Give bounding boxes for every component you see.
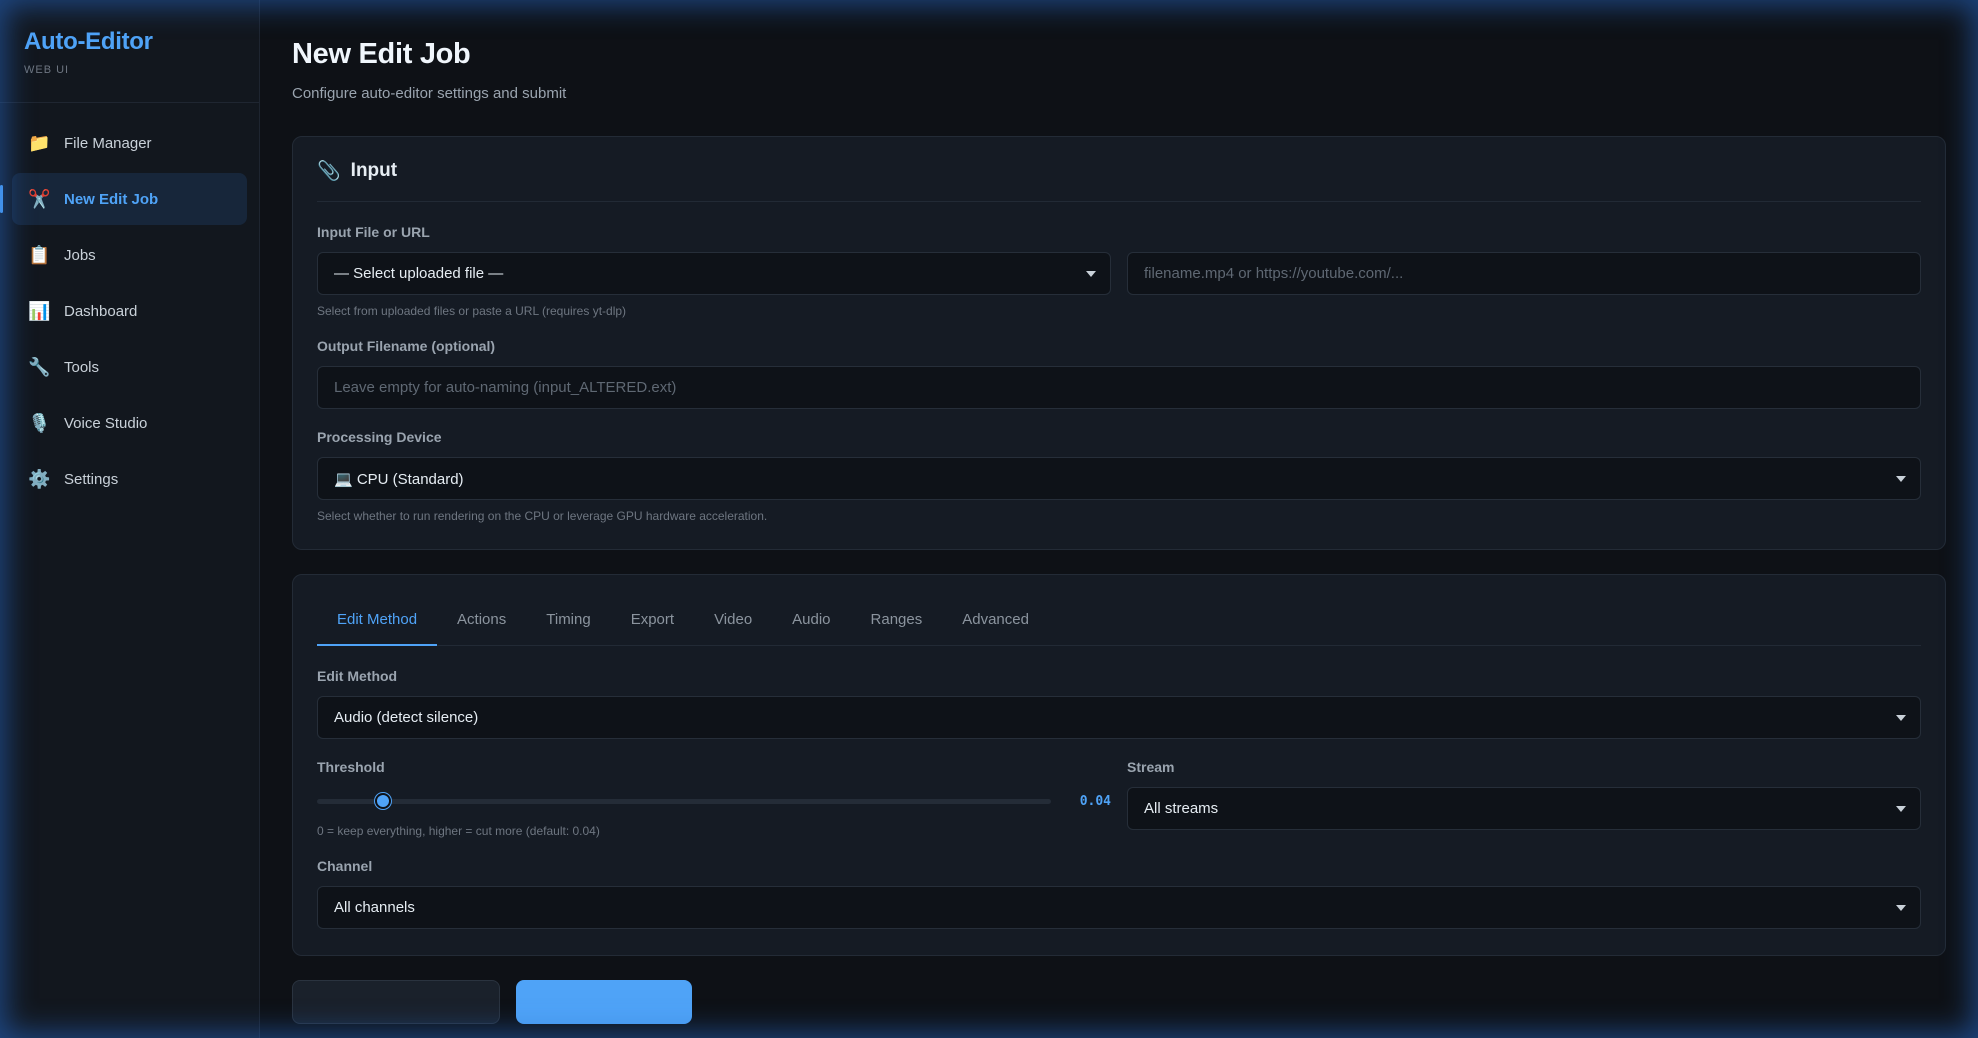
wrench-icon: 🔧 <box>28 356 51 377</box>
sidebar-item-label: Voice Studio <box>64 414 148 432</box>
tab-advanced[interactable]: Advanced <box>942 595 1049 645</box>
scissors-icon: ✂️ <box>28 188 51 209</box>
sidebar-item-label: Dashboard <box>64 302 138 320</box>
sidebar-item-voice-studio[interactable]: 🎙️ Voice Studio <box>12 397 247 449</box>
tab-video[interactable]: Video <box>694 595 772 645</box>
sidebar-item-settings[interactable]: ⚙️ Settings <box>12 453 247 505</box>
channel-select[interactable]: All channels <box>317 886 1921 929</box>
sidebar-item-new-edit-job[interactable]: ✂️ New Edit Job <box>0 173 247 225</box>
folder-icon: 📁 <box>28 132 51 153</box>
submit-button[interactable] <box>516 980 692 1024</box>
edit-method-label: Edit Method <box>317 668 398 684</box>
processing-device-select[interactable]: 💻 CPU (Standard) <box>317 457 1921 500</box>
gear-icon: ⚙️ <box>28 468 51 489</box>
stream-group: Stream All streams <box>1127 759 1921 838</box>
processing-device-value: 💻 CPU (Standard) <box>334 470 464 488</box>
settings-tabs: Edit Method Actions Timing Export Video Audio… <box>317 595 1921 646</box>
tab-actions[interactable]: Actions <box>437 595 526 645</box>
chevron-down-icon <box>1896 475 1906 482</box>
channel-group: Channel All channels <box>317 858 1921 929</box>
chevron-down-icon <box>1086 270 1096 277</box>
output-filename-label: Output Filename (optional) <box>317 338 496 354</box>
paperclip-icon: 📎 <box>317 161 341 182</box>
main-content: New Edit Job Configure auto-editor setti… <box>260 0 1978 1038</box>
clipboard-icon: 📋 <box>28 244 51 265</box>
sidebar-item-tools[interactable]: 🔧 Tools <box>12 341 247 393</box>
sidebar-item-label: Jobs <box>64 246 96 264</box>
uploaded-file-select[interactable]: — Select uploaded file — <box>317 252 1111 295</box>
sidebar-item-label: New Edit Job <box>64 190 159 208</box>
processing-device-group: Processing Device 💻 CPU (Standard) Selec… <box>317 429 1921 523</box>
chevron-down-icon <box>1896 805 1906 812</box>
input-file-group: Input File or URL — Select uploaded file… <box>317 224 1921 318</box>
stream-value: All streams <box>1144 800 1219 817</box>
action-buttons <box>292 980 1946 1024</box>
sidebar-item-label: File Manager <box>64 134 152 152</box>
url-input[interactable]: filename.mp4 or https://youtube.com/... <box>1127 252 1921 295</box>
output-filename-group: Output Filename (optional) Leave empty f… <box>317 338 1921 409</box>
secondary-button[interactable] <box>292 980 500 1024</box>
threshold-stream-row: Threshold 0.04 0 = keep everything, high… <box>317 759 1921 838</box>
input-card-title: Input <box>350 160 398 181</box>
bar-chart-icon: 📊 <box>28 300 51 321</box>
stream-select[interactable]: All streams <box>1127 787 1921 830</box>
brand: Auto-Editor WEB UI <box>0 0 259 103</box>
threshold-slider-thumb[interactable] <box>375 793 392 809</box>
page-title: New Edit Job <box>292 38 471 70</box>
chevron-down-icon <box>1896 714 1906 721</box>
threshold-slider[interactable] <box>317 793 1051 809</box>
microphone-icon: 🎙️ <box>28 412 51 433</box>
output-filename-placeholder: Leave empty for auto-naming (input_ALTER… <box>334 379 677 396</box>
tab-edit-method[interactable]: Edit Method <box>317 595 438 646</box>
brand-name[interactable]: Auto-Editor <box>24 28 235 56</box>
processing-device-help: Select whether to run rendering on the C… <box>317 509 768 523</box>
sidebar-item-label: Settings <box>64 470 119 488</box>
brand-subtitle: WEB UI <box>24 64 70 76</box>
input-card: 📎 Input Input File or URL — Select uploa… <box>292 136 1946 550</box>
sidebar-nav: 📁 File Manager ✂️ New Edit Job 📋 Jobs 📊 Dashboa… <box>0 103 259 523</box>
url-input-placeholder: filename.mp4 or https://youtube.com/... <box>1144 265 1404 282</box>
channel-label: Channel <box>317 858 373 874</box>
tab-audio[interactable]: Audio <box>772 595 850 645</box>
edit-method-value: Audio (detect silence) <box>334 709 479 726</box>
edit-settings-card: Edit Method Actions Timing Export Video Audio… <box>292 574 1946 956</box>
sidebar-item-file-manager[interactable]: 📁 File Manager <box>12 117 247 169</box>
stream-label: Stream <box>1127 759 1175 775</box>
output-filename-input[interactable]: Leave empty for auto-naming (input_ALTER… <box>317 366 1921 409</box>
threshold-value: 0.04 <box>1079 793 1111 809</box>
channel-value: All channels <box>334 899 415 916</box>
threshold-group: Threshold 0.04 0 = keep everything, high… <box>317 759 1111 838</box>
sidebar-item-jobs[interactable]: 📋 Jobs <box>12 229 247 281</box>
input-file-label: Input File or URL <box>317 224 430 240</box>
tab-timing[interactable]: Timing <box>526 595 610 645</box>
sidebar: Auto-Editor WEB UI 📁 File Manager ✂️ New Ed… <box>0 0 260 1038</box>
edit-method-select[interactable]: Audio (detect silence) <box>317 696 1921 739</box>
sidebar-item-label: Tools <box>64 358 100 376</box>
uploaded-file-select-value: — Select uploaded file — <box>334 265 504 282</box>
sidebar-item-dashboard[interactable]: 📊 Dashboard <box>12 285 247 337</box>
chevron-down-icon <box>1896 904 1906 911</box>
input-file-help: Select from uploaded files or paste a UR… <box>317 304 627 318</box>
threshold-help: 0 = keep everything, higher = cut more (… <box>317 824 600 838</box>
page-subtitle: Configure auto-editor settings and submi… <box>292 85 567 102</box>
app-window: Auto-Editor WEB UI 📁 File Manager ✂️ New Ed… <box>0 0 1978 1038</box>
edit-method-group: Edit Method Audio (detect silence) <box>317 668 1921 739</box>
input-card-header: 📎 Input <box>317 159 1921 202</box>
tab-ranges[interactable]: Ranges <box>851 595 943 645</box>
processing-device-label: Processing Device <box>317 429 442 445</box>
threshold-label: Threshold <box>317 759 385 775</box>
tab-export[interactable]: Export <box>611 595 694 645</box>
